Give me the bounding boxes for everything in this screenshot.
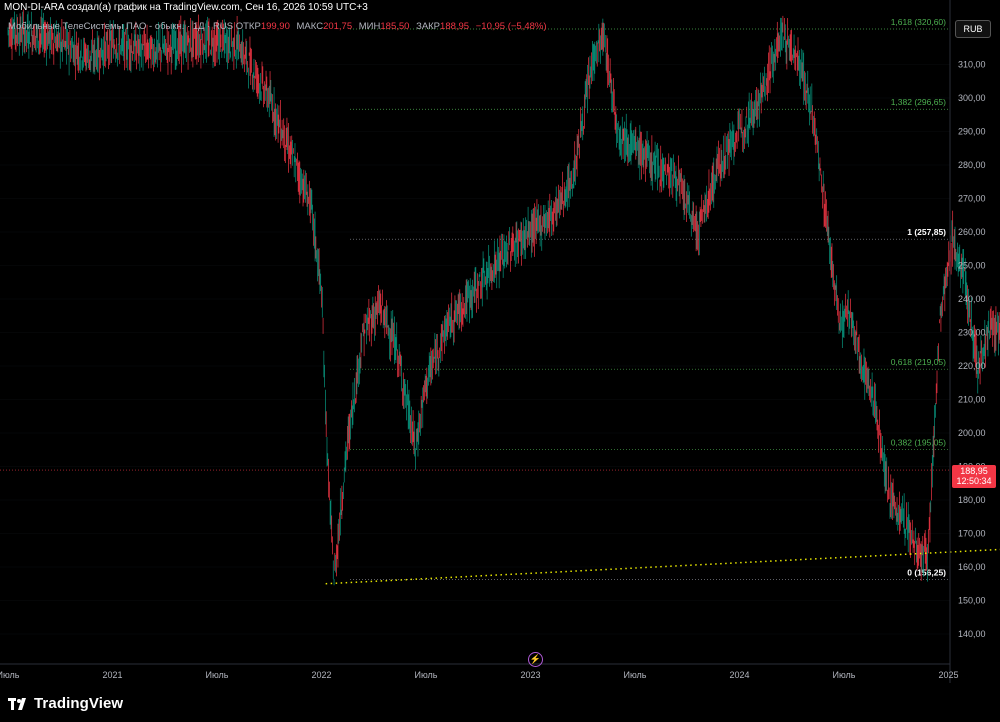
low-value: 185,50: [380, 21, 410, 32]
last-price-value: 188,95: [960, 466, 988, 476]
y-tick-label: 140,00: [958, 629, 986, 639]
x-tick-label: 2024: [729, 670, 749, 680]
brand-name: TradingView: [34, 695, 124, 712]
fib-level-label: 1,382 (296,65): [891, 97, 946, 107]
tv-logo-icon: [8, 697, 26, 710]
x-tick-label: 2021: [102, 670, 122, 680]
x-tick-label: 2023: [520, 670, 540, 680]
tradingview-logo[interactable]: TradingView: [8, 695, 123, 712]
low-label: МИН: [358, 21, 381, 32]
chart-header: MON-DI-ARA создал(а) график на TradingVi…: [4, 2, 368, 13]
price-chart[interactable]: 1,618 (320,60) 1,382 (296,65) 1 (257,85) 0,…: [0, 0, 1000, 683]
y-tick-label: 160,00: [958, 562, 986, 572]
y-tick-label: 230,00: [958, 328, 986, 338]
high-label: МАКС: [296, 21, 324, 32]
y-tick-label: 240,00: [958, 294, 986, 304]
bolt-icon[interactable]: ⚡: [528, 652, 543, 667]
x-tick-label: 2022: [311, 670, 331, 680]
y-tick-label: 290,00: [958, 127, 986, 137]
x-tick-label: Июль: [206, 670, 229, 680]
y-tick-label: 260,00: [958, 227, 986, 237]
open-label: ОТКР: [235, 21, 261, 32]
bar-countdown: 12:50:34: [956, 476, 992, 486]
fib-level-label: 1,618 (320,60): [891, 17, 946, 27]
y-tick-label: 250,00: [958, 261, 986, 271]
close-value: 188,95: [440, 21, 470, 32]
open-value: 199,90: [260, 21, 290, 32]
x-tick-label: Июль: [0, 670, 20, 680]
footer: TradingView: [0, 683, 1000, 722]
y-tick-label: 170,00: [958, 529, 986, 539]
y-tick-label: 150,00: [958, 596, 986, 606]
y-tick-label: 280,00: [958, 160, 986, 170]
fib-level-label: 0,382 (195,05): [891, 438, 946, 448]
y-tick-label: 220,00: [958, 361, 986, 371]
x-tick-label: 2025: [938, 670, 958, 680]
change-value: −10,95 (−5,48%): [475, 21, 547, 32]
y-tick-label: 300,00: [958, 93, 986, 103]
y-tick-label: 310,00: [958, 60, 986, 70]
x-tick-label: Июль: [624, 670, 647, 680]
symbol-legend: Мобильные ТелеСистемы ПАО - обыкн. · 1Д …: [8, 21, 551, 32]
y-tick-label: 180,00: [958, 495, 986, 505]
last-price-tag: 188,95 12:50:34: [952, 465, 996, 488]
y-tick-label: 200,00: [958, 428, 986, 438]
symbol-name[interactable]: Мобильные ТелеСистемы ПАО - обыкн. · 1Д …: [8, 21, 233, 32]
x-tick-label: Июль: [833, 670, 856, 680]
close-label: ЗАКР: [416, 21, 441, 32]
fib-level-label: 1 (257,85): [907, 227, 946, 237]
y-tick-label: 270,00: [958, 194, 986, 204]
currency-badge[interactable]: RUB: [955, 20, 991, 38]
x-tick-label: Июль: [415, 670, 438, 680]
y-tick-label: 210,00: [958, 395, 986, 405]
high-value: 201,75: [323, 21, 353, 32]
